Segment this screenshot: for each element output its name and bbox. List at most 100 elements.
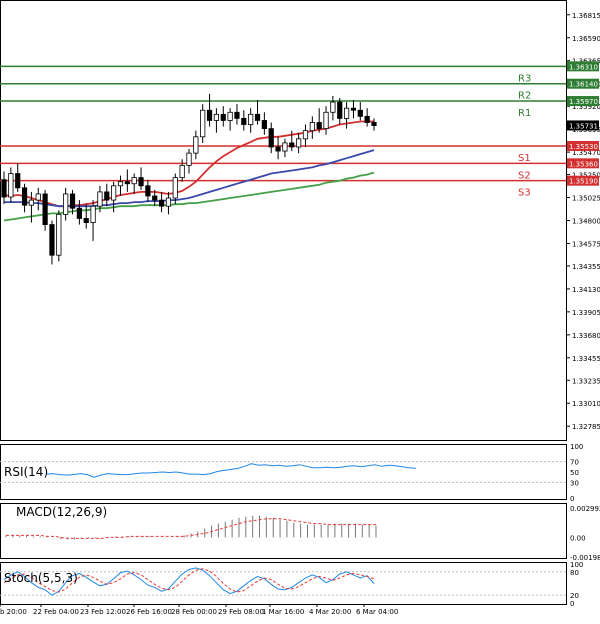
- level-name-s1: S1: [518, 153, 531, 164]
- indicator-tick-label: 50: [570, 469, 579, 477]
- candle-body: [21, 187, 28, 206]
- current-price-tag: 1.35731: [567, 120, 599, 130]
- indicator-tick-label: 0.00: [570, 534, 586, 542]
- candle-body: [206, 109, 213, 121]
- current-price-label: 1.35731: [569, 122, 598, 130]
- rsi-panel-frame: [0, 444, 567, 500]
- candle-body: [330, 101, 336, 113]
- candle-body: [152, 195, 158, 201]
- candle-body: [200, 109, 206, 138]
- price-tick-label: 1.35025: [572, 195, 600, 203]
- price-tick-label: 1.34575: [572, 240, 600, 248]
- time-tick-label: 29 Feb 08:00: [218, 608, 264, 616]
- level-name-s3: S3: [518, 188, 531, 199]
- candle-body: [179, 164, 185, 179]
- candle-body: [138, 177, 144, 187]
- time-tick-label: 22 Feb 04:00: [33, 608, 79, 616]
- indicator-tick-label: 100: [570, 443, 583, 451]
- level-name-r2: R2: [518, 91, 531, 102]
- candle-body: [296, 138, 302, 148]
- price-tick-label: 1.33235: [572, 377, 600, 385]
- candle-body: [186, 152, 192, 166]
- candle-body: [343, 107, 350, 119]
- time-tick-label: 4 Mar 20:00: [309, 608, 351, 616]
- candle-body: [1, 179, 7, 198]
- time-tick-label: 1 Mar 16:00: [262, 608, 304, 616]
- level-name-r1: R1: [518, 108, 531, 119]
- candle-body: [42, 193, 48, 225]
- candle-body: [111, 185, 117, 201]
- candle-body: [8, 173, 14, 198]
- time-axis: Feb 20:00 22 Feb 04:0023 Feb 12:0026 Feb …: [0, 604, 398, 616]
- candle-body: [104, 191, 110, 201]
- candle-body: [248, 113, 254, 125]
- candle-body: [97, 191, 103, 207]
- indicator-tick-label: 0: [570, 495, 574, 503]
- candle-body: [316, 122, 322, 130]
- candle-body: [350, 107, 357, 111]
- price-tick-label: 1.36815: [572, 12, 600, 20]
- candle-body: [309, 122, 315, 132]
- candle-body: [268, 128, 274, 148]
- indicator-tick-label: 100: [570, 561, 583, 569]
- candle-body: [337, 101, 343, 119]
- time-tick-label: 26 Feb 16:00: [126, 608, 172, 616]
- level-price-label: 1.35190: [569, 178, 598, 186]
- candle-body: [165, 197, 172, 207]
- candle-body: [220, 113, 226, 121]
- time-tick-label: 6 Mar 04:00: [356, 608, 398, 616]
- candle-body: [90, 205, 96, 223]
- candle-body: [56, 213, 62, 256]
- stoch-panel-frame: [0, 562, 567, 605]
- candle-body: [131, 177, 137, 185]
- indicator-tick-label: 70: [570, 459, 579, 467]
- level-price-label: 1.35970: [569, 98, 598, 106]
- level-name-r3: R3: [518, 73, 531, 84]
- price-tick-label: 1.32785: [572, 423, 600, 431]
- candle: [56, 210, 62, 262]
- candle-body: [289, 142, 295, 148]
- candle-body: [275, 146, 281, 152]
- stoch-label: Stoch(5,5,3): [4, 571, 78, 585]
- candle-body: [28, 199, 35, 206]
- candle-body: [241, 118, 247, 125]
- candle-body: [117, 181, 124, 187]
- candle-body: [282, 142, 288, 152]
- level-price-label: 1.36140: [569, 81, 598, 89]
- candle-body: [364, 115, 370, 123]
- level-price-label: 1.36310: [569, 63, 598, 71]
- candle-body: [63, 193, 69, 215]
- candle-body: [254, 113, 261, 121]
- candle-body: [371, 122, 377, 126]
- trading-chart: 1.368151.365901.363651.361401.359201.356…: [0, 0, 600, 620]
- candle-body: [193, 136, 199, 154]
- indicator-tick-label: 20: [570, 592, 579, 600]
- candle-body: [83, 218, 89, 223]
- candle: [42, 189, 48, 231]
- indicator-tick-label: 30: [570, 479, 579, 487]
- price-tick-label: 1.33010: [572, 400, 600, 408]
- candle-body: [35, 193, 41, 201]
- candle-body: [213, 113, 220, 121]
- level-price-label: 1.35530: [569, 143, 598, 151]
- price-tick-label: 1.33905: [572, 309, 600, 317]
- price-tick-label: 1.34800: [572, 218, 600, 226]
- rsi-label: RSI(14): [4, 465, 48, 479]
- candle-body: [76, 207, 82, 219]
- price-tick-label: 1.34130: [572, 286, 600, 294]
- candle-body: [15, 173, 21, 189]
- price-tick-label: 1.34355: [572, 263, 600, 271]
- candle-body: [158, 199, 165, 207]
- indicator-tick-label: 80: [570, 569, 579, 577]
- macd-label: MACD(12,26,9): [16, 505, 107, 519]
- price-tick-label: 1.33455: [572, 355, 600, 363]
- candle-body: [172, 177, 178, 199]
- candle-body: [234, 111, 240, 119]
- chart-canvas: 1.368151.365901.363651.361401.359201.356…: [0, 0, 600, 616]
- price-axis: 1.368151.365901.363651.361401.359201.356…: [566, 12, 600, 431]
- level-price-label: 1.35360: [569, 160, 598, 168]
- time-tick-label: 23 Feb 12:00: [80, 608, 126, 616]
- indicator-tick-label: 0.002992: [570, 505, 600, 513]
- price-tick-label: 1.33680: [572, 332, 600, 340]
- candle-body: [49, 224, 55, 256]
